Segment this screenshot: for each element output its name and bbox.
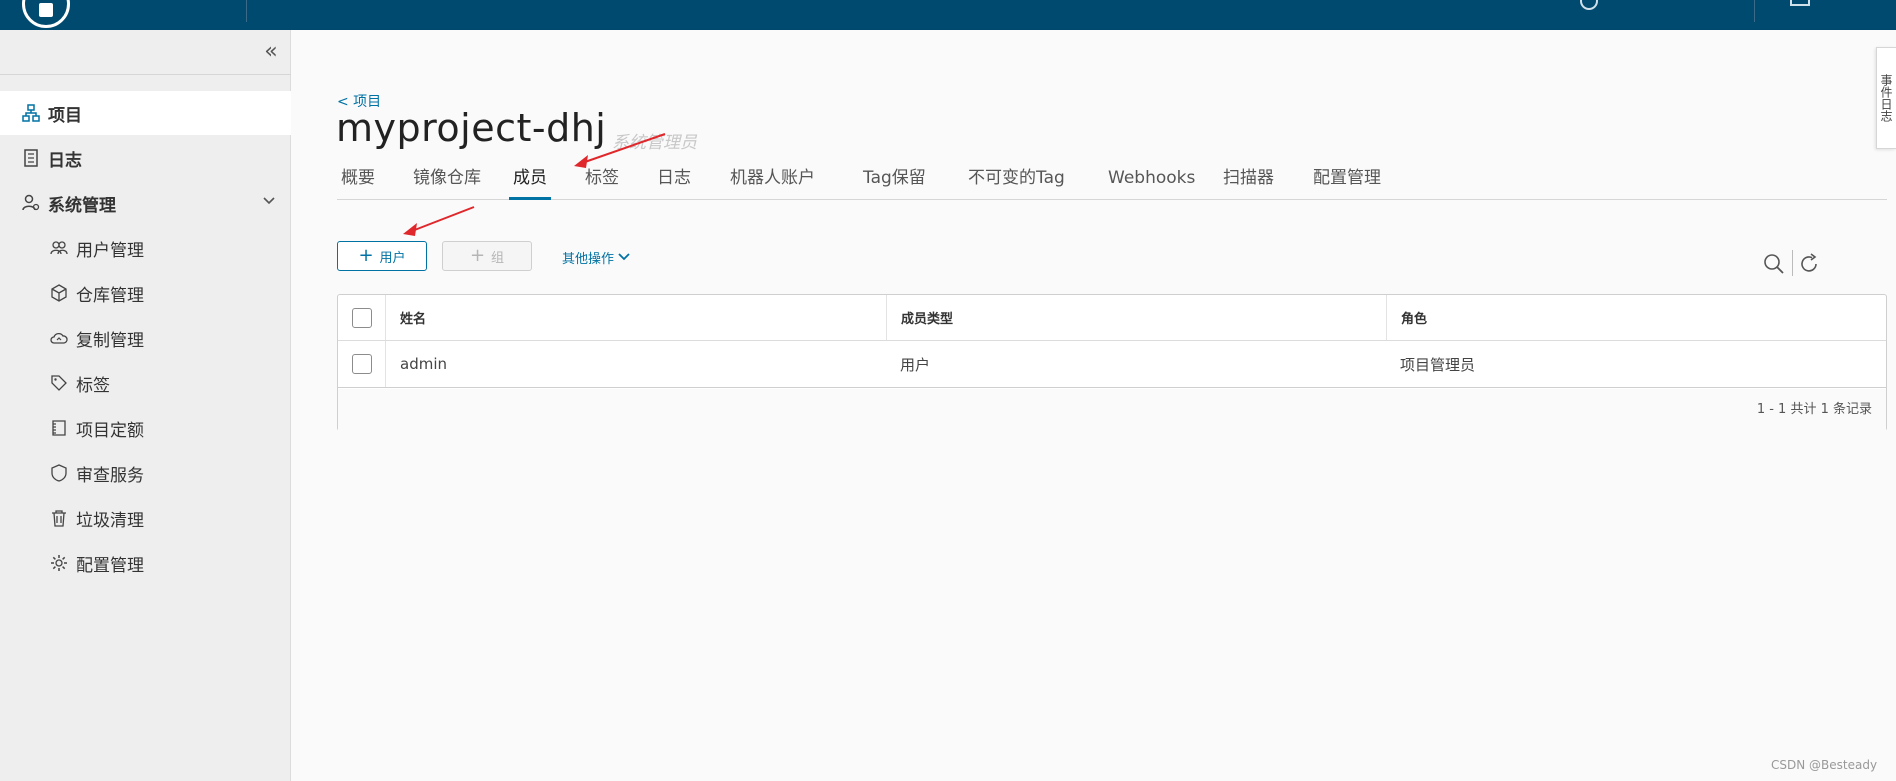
header-divider <box>246 0 247 22</box>
user-menu-icon[interactable] <box>1790 0 1810 6</box>
current-role-label: 系统管理员 <box>612 133 697 153</box>
watermark: CSDN @Besteady <box>1771 758 1878 772</box>
sidebar-item-label: 配置管理 <box>76 555 144 576</box>
column-header-name[interactable]: 姓名 <box>386 295 886 340</box>
tab-immutable-tags[interactable]: 不可变的Tag <box>964 160 1069 200</box>
add-group-button[interactable]: + 组 <box>442 241 532 271</box>
sidebar-item-label: 日志 <box>48 150 82 171</box>
table-footer: 1 - 1 共计 1 条记录 <box>338 389 1886 431</box>
sidebar-item-label: 项目 <box>48 105 82 126</box>
tab-scanner[interactable]: 扫描器 <box>1219 160 1278 200</box>
select-all-cell <box>338 295 386 340</box>
log-icon <box>22 149 40 167</box>
sidebar-item-interrogation-services[interactable]: 审查服务 <box>0 451 291 495</box>
refresh-icon[interactable] <box>1797 252 1821 276</box>
sidebar-item-project-quotas[interactable]: 项目定额 <box>0 406 291 450</box>
member-role: 项目管理员 <box>1400 355 1476 374</box>
table-row: admin 用户 项目管理员 <box>338 341 1886 388</box>
sidebar-item-registry-management[interactable]: 仓库管理 <box>0 271 291 315</box>
plus-icon: + <box>358 245 374 266</box>
toolbar-divider <box>1792 250 1793 276</box>
event-log-side-tab[interactable]: 事件日志 <box>1876 47 1896 149</box>
member-name: admin <box>400 355 447 373</box>
tab-robot-accounts[interactable]: 机器人账户 <box>726 160 819 200</box>
sidebar-item-label: 标签 <box>76 375 110 396</box>
chevron-down-icon <box>618 251 630 265</box>
chevron-down-icon[interactable] <box>262 193 276 207</box>
main-content: < 项目 myproject-dhj 系统管理员 概要 镜像仓库 成员 标签 日… <box>292 30 1896 781</box>
shield-icon <box>50 464 68 482</box>
sidebar-item-system-admin[interactable]: 系统管理 <box>0 181 291 225</box>
sidebar-item-projects[interactable]: 项目 <box>0 91 291 135</box>
add-user-label: 用户 <box>379 250 406 266</box>
tag-icon <box>50 374 68 392</box>
quota-icon <box>50 419 68 437</box>
sidebar-item-label: 复制管理 <box>76 330 144 351</box>
collapse-sidebar-icon[interactable]: « <box>260 40 282 64</box>
search-icon[interactable] <box>1762 252 1786 276</box>
tab-logs[interactable]: 日志 <box>653 160 695 200</box>
plus-icon: + <box>469 245 486 266</box>
add-group-label: 组 <box>491 250 505 266</box>
sidebar-item-logs[interactable]: 日志 <box>0 136 291 180</box>
more-actions-dropdown[interactable]: 其他操作 <box>562 248 630 267</box>
sidebar-item-label: 系统管理 <box>48 195 116 216</box>
tab-tag-retention[interactable]: Tag保留 <box>859 160 930 200</box>
page-title: myproject-dhj <box>336 106 607 150</box>
tab-repositories[interactable]: 镜像仓库 <box>409 160 485 200</box>
members-table: 姓名 成员类型 角色 admin 用户 项目管理员 1 - 1 共计 1 条记录 <box>337 294 1887 431</box>
registry-icon <box>50 284 68 302</box>
system-admin-icon <box>22 194 40 212</box>
replication-icon <box>50 329 68 347</box>
harbor-logo-icon[interactable] <box>22 0 70 28</box>
sidebar-item-configuration[interactable]: 配置管理 <box>0 541 291 585</box>
add-user-button[interactable]: + 用户 <box>337 241 427 271</box>
column-header-role[interactable]: 角色 <box>1386 295 1886 340</box>
sidebar-item-label: 项目定额 <box>76 420 144 441</box>
tab-labels[interactable]: 标签 <box>581 160 623 200</box>
sidebar-item-user-management[interactable]: 用户管理 <box>0 226 291 270</box>
tab-webhooks[interactable]: Webhooks <box>1104 160 1199 200</box>
gear-icon <box>50 554 68 572</box>
select-all-checkbox[interactable] <box>351 307 372 328</box>
tab-configuration[interactable]: 配置管理 <box>1309 160 1385 200</box>
column-header-member-type[interactable]: 成员类型 <box>886 295 1386 340</box>
sidebar-item-replication[interactable]: 复制管理 <box>0 316 291 360</box>
header-divider <box>1754 0 1755 22</box>
project-tabs: 概要 镜像仓库 成员 标签 日志 机器人账户 Tag保留 不可变的Tag Web… <box>337 160 1887 200</box>
sidebar-item-label: 仓库管理 <box>76 285 144 306</box>
project-icon <box>22 104 40 122</box>
sidebar-item-label: 垃圾清理 <box>76 510 144 531</box>
row-select-cell <box>338 341 386 387</box>
row-checkbox[interactable] <box>351 354 372 374</box>
member-type: 用户 <box>900 355 931 374</box>
sidebar-item-garbage-collection[interactable]: 垃圾清理 <box>0 496 291 540</box>
sidebar-item-label: 用户管理 <box>76 240 144 261</box>
sidebar-item-labels[interactable]: 标签 <box>0 361 291 405</box>
tab-members[interactable]: 成员 <box>509 160 551 200</box>
users-icon <box>50 239 68 257</box>
sidebar: « 项目 日志 系统管理 用户管理 仓库管理 复制管理 标签 项目定额 审查服务… <box>0 30 291 781</box>
top-header <box>0 0 1896 30</box>
tab-summary[interactable]: 概要 <box>337 160 379 200</box>
globe-icon[interactable] <box>1580 0 1598 10</box>
more-actions-label: 其他操作 <box>562 252 615 267</box>
sidebar-item-label: 审查服务 <box>76 465 144 486</box>
table-header: 姓名 成员类型 角色 <box>338 295 1886 341</box>
trash-icon <box>50 509 68 527</box>
sidebar-divider <box>0 74 291 75</box>
